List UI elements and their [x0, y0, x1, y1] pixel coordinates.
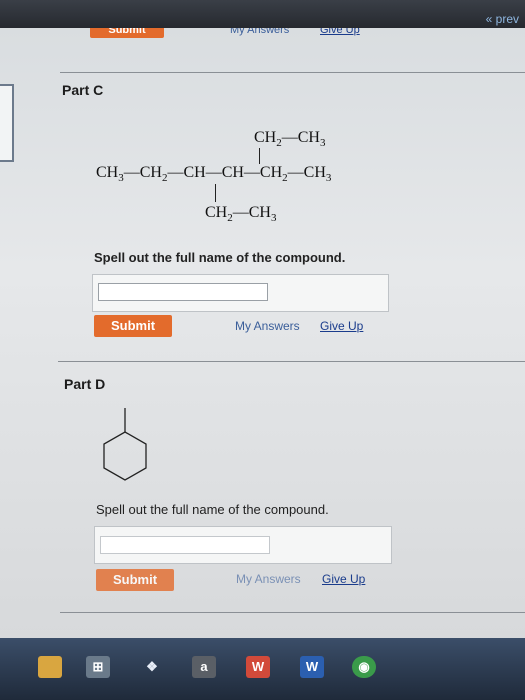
bottom-branch: CH2—CH3 — [205, 204, 276, 224]
screen-bezel: « prev — [0, 0, 525, 28]
my-answers-link-c[interactable]: My Answers — [235, 319, 300, 333]
divider-bottom — [60, 612, 525, 613]
chrome-icon[interactable]: ◉ — [352, 656, 376, 678]
dropbox-icon[interactable]: ❖ — [140, 656, 164, 678]
file-explorer-icon[interactable] — [38, 656, 62, 678]
amazon-icon[interactable]: a — [192, 656, 216, 678]
part-d-title: Part D — [64, 376, 106, 392]
sidebar-fragment — [0, 84, 14, 162]
answer-input-d[interactable] — [100, 536, 270, 554]
part-c-title: Part C — [62, 82, 104, 98]
top-branch: CH2—CH3 — [254, 129, 325, 149]
part-c-prompt: Spell out the full name of the compound. — [94, 250, 346, 265]
submit-button-d[interactable]: Submit — [96, 569, 174, 591]
browser-content: Submit My Answers Give Up Part C CH2—CH3… — [0, 28, 525, 638]
wolfram-icon[interactable]: W — [246, 656, 270, 678]
my-answers-link-top[interactable]: My Answers — [230, 28, 289, 36]
my-answers-link-d[interactable]: My Answers — [236, 572, 301, 586]
part-d-prompt: Spell out the full name of the compound. — [96, 502, 329, 517]
top-branch-text: CH2—CH3 — [254, 129, 326, 150]
give-up-link-top[interactable]: Give Up — [320, 28, 360, 36]
give-up-link-d[interactable]: Give Up — [322, 572, 365, 586]
prev-link[interactable]: « prev — [486, 12, 519, 26]
divider-middle — [58, 361, 525, 362]
give-up-link-c[interactable]: Give Up — [320, 319, 363, 333]
main-chain: CH3—CH2—CH—CH—CH2—CH3 — [96, 164, 331, 184]
bond-bottom — [215, 184, 216, 202]
submit-button-top[interactable]: Submit — [90, 28, 164, 38]
submit-button-c[interactable]: Submit — [94, 315, 172, 337]
bond-top — [259, 148, 260, 164]
word-icon[interactable]: W — [300, 656, 324, 678]
answer-input-c[interactable] — [98, 283, 268, 301]
cyclohexane-structure — [103, 408, 147, 481]
bottom-branch-text: CH2—CH3 — [205, 204, 277, 225]
divider-top — [60, 72, 525, 73]
taskbar: ⊞ ❖ a W W ◉ — [0, 638, 525, 700]
store-icon[interactable]: ⊞ — [86, 656, 110, 678]
main-chain-text: CH3—CH2—CH—CH—CH2—CH3 — [96, 164, 332, 185]
